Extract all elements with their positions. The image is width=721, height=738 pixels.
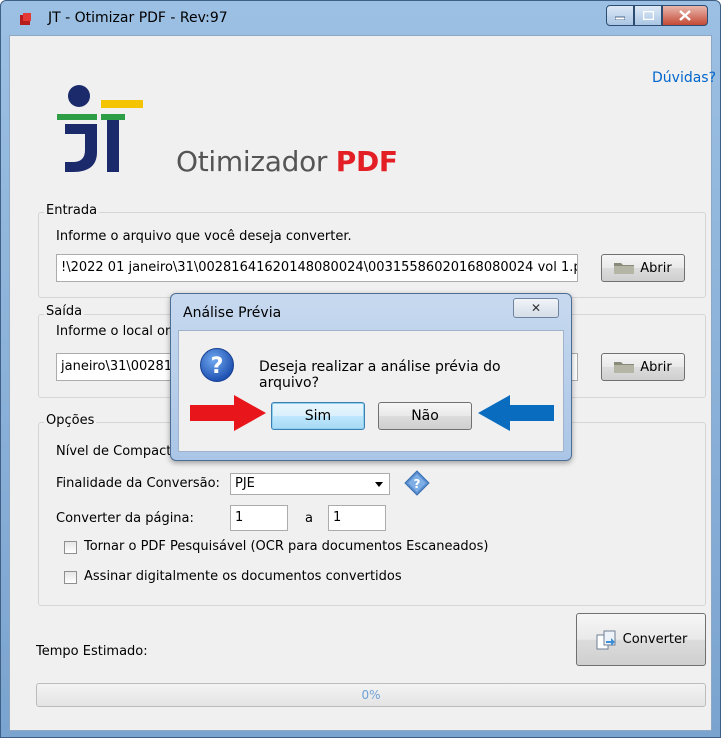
title-bar[interactable]: JT - Otimizar PDF - Rev:97 bbox=[1, 1, 720, 35]
app-icon bbox=[20, 13, 31, 25]
maximize-icon bbox=[642, 11, 654, 20]
sign-label: Assinar digitalmente os documentos conve… bbox=[84, 569, 402, 584]
no-label: Não bbox=[411, 408, 439, 424]
saida-instruction: Informe o local one bbox=[56, 324, 182, 339]
purpose-label: Finalidade da Conversão: bbox=[56, 476, 220, 491]
question-icon: ? bbox=[200, 348, 234, 382]
minimize-icon bbox=[615, 16, 625, 20]
sign-checkbox[interactable] bbox=[64, 571, 77, 584]
pages-label: Converter da página: bbox=[56, 511, 194, 526]
svg-text:?: ? bbox=[211, 354, 224, 379]
page-range-separator: a bbox=[305, 511, 313, 526]
progress-bar: 0% bbox=[36, 683, 706, 707]
close-button[interactable] bbox=[662, 5, 708, 26]
maximize-button[interactable] bbox=[634, 5, 662, 26]
opcoes-legend: Opções bbox=[44, 413, 97, 428]
dialog-close-button[interactable]: ✕ bbox=[513, 298, 559, 318]
estimated-time-label: Tempo Estimado: bbox=[36, 644, 148, 659]
app-name: Otimizador PDF bbox=[176, 145, 398, 178]
analysis-dialog: Análise Prévia ✕ ? Deseja realizar a aná… bbox=[170, 293, 572, 461]
yes-label: Sim bbox=[304, 408, 332, 424]
page-from-field[interactable]: 1 bbox=[230, 505, 288, 531]
help-diamond-icon[interactable]: ? bbox=[404, 470, 430, 496]
open-input-button[interactable]: Abrir bbox=[601, 254, 685, 282]
close-icon: ✕ bbox=[530, 301, 542, 315]
jt-logo bbox=[57, 85, 143, 172]
minimize-button[interactable] bbox=[606, 5, 634, 26]
no-button[interactable]: Não bbox=[378, 402, 472, 430]
dialog-message: Deseja realizar a análise prévia do arqu… bbox=[259, 359, 501, 391]
purpose-select[interactable]: PJE bbox=[230, 473, 390, 495]
dialog-body: ? Deseja realizar a análise prévia do ar… bbox=[178, 330, 564, 452]
convert-icon bbox=[596, 630, 616, 649]
svg-text:?: ? bbox=[414, 477, 421, 491]
ocr-checkbox[interactable] bbox=[64, 541, 77, 554]
yes-button[interactable]: Sim bbox=[271, 402, 365, 430]
close-icon bbox=[679, 10, 691, 21]
open-output-button[interactable]: Abrir bbox=[601, 353, 685, 381]
red-arrow-icon bbox=[190, 395, 266, 431]
folder-icon bbox=[614, 263, 635, 274]
convert-button[interactable]: Converter bbox=[576, 613, 706, 666]
compaction-label: Nível de Compacta bbox=[56, 444, 180, 459]
open-input-label: Abrir bbox=[640, 260, 672, 276]
app-name-highlight: PDF bbox=[335, 145, 398, 178]
chevron-down-icon bbox=[375, 482, 383, 487]
app-name-prefix: Otimizador bbox=[176, 145, 336, 178]
help-link[interactable]: Dúvidas? bbox=[652, 70, 716, 86]
saida-legend: Saída bbox=[44, 304, 85, 319]
window-title: JT - Otimizar PDF - Rev:97 bbox=[48, 10, 228, 26]
caption-buttons bbox=[606, 5, 708, 26]
purpose-selected: PJE bbox=[235, 476, 255, 491]
dialog-title: Análise Prévia bbox=[183, 305, 282, 321]
ocr-label: Tornar o PDF Pesquisável (OCR para docum… bbox=[84, 539, 489, 554]
convert-label: Converter bbox=[622, 632, 688, 647]
progress-text: 0% bbox=[361, 688, 381, 702]
open-output-label: Abrir bbox=[640, 359, 672, 375]
input-file-path-field[interactable]: !\2022 01 janeiro\31\0028164162014808002… bbox=[56, 254, 578, 282]
folder-icon bbox=[614, 362, 635, 373]
entrada-legend: Entrada bbox=[44, 203, 100, 218]
page-to-field[interactable]: 1 bbox=[328, 505, 386, 531]
entrada-instruction: Informe o arquivo que você deseja conver… bbox=[56, 229, 352, 244]
blue-arrow-icon bbox=[478, 395, 554, 431]
